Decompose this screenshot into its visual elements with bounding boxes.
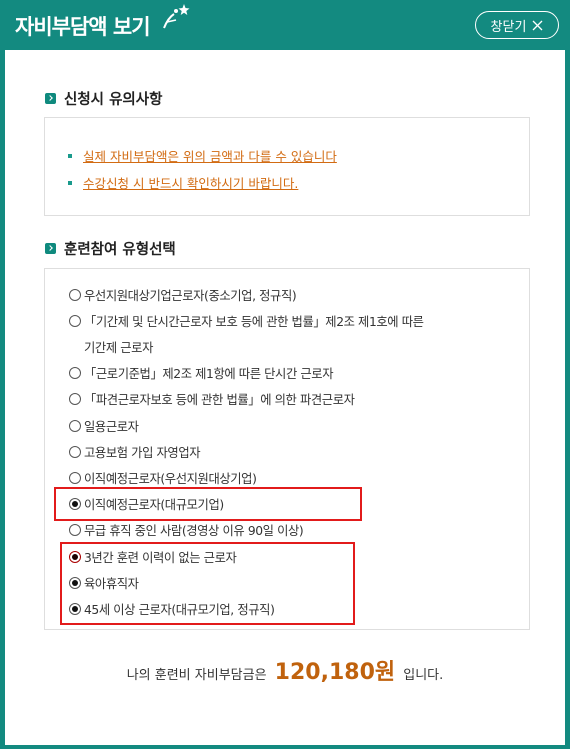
list-bullet-icon [68, 153, 72, 158]
types-section-title: 훈련참여 유형선택 [45, 238, 176, 259]
training-type-option[interactable]: 우선지원대상기업근로자(중소기업, 정규직) [69, 286, 297, 304]
notice-item-text: 실제 자비부담액은 위의 금액과 다를 수 있습니다 [83, 149, 337, 164]
radio-button[interactable] [69, 367, 81, 379]
popup-title: 자비부담액 보기 [15, 15, 151, 39]
radio-button[interactable] [69, 393, 81, 405]
option-label: 무급 휴직 중인 사람(경영상 이유 90일 이상) [84, 524, 304, 538]
radio-button[interactable] [69, 472, 81, 484]
summary-prefix: 나의 훈련비 자비부담금은 [126, 668, 267, 683]
training-type-option[interactable]: 「근로기준법」제2조 제1항에 따른 단시간 근로자 [69, 364, 334, 382]
popup-content: 신청시 유의사항 실제 자비부담액은 위의 금액과 다를 수 있습니다 수강신청… [5, 50, 565, 745]
training-type-option[interactable]: 무급 휴직 중인 사람(경영상 이유 90일 이상) [69, 521, 304, 539]
notice-heading: 신청시 유의사항 [64, 92, 163, 108]
training-type-option[interactable]: 고용보험 가입 자영업자 [69, 443, 201, 461]
section-bullet-icon [45, 93, 56, 104]
training-type-option[interactable]: 이직예정근로자(우선지원대상기업) [69, 469, 257, 487]
self-pay-summary: 나의 훈련비 자비부담금은 120,180원 입니다. [5, 654, 565, 686]
option-label: 「근로기준법」제2조 제1항에 따른 단시간 근로자 [84, 367, 334, 381]
notice-item: 실제 자비부담액은 위의 금액과 다를 수 있습니다 [68, 146, 337, 165]
notice-box: 실제 자비부담액은 위의 금액과 다를 수 있습니다 수강신청 시 반드시 확인… [44, 117, 530, 216]
option-label: 「파견근로자보호 등에 관한 법률」에 의한 파견근로자 [84, 393, 355, 407]
self-pay-amount: 120,180원 [274, 660, 396, 685]
section-bullet-icon [45, 243, 56, 254]
option-label: 우선지원대상기업근로자(중소기업, 정규직) [84, 289, 297, 303]
list-bullet-icon [68, 180, 72, 185]
option-label: 일용근로자 [84, 420, 139, 434]
highlight-box [60, 542, 355, 625]
close-window-button[interactable]: 창닫기 [475, 11, 559, 39]
training-type-option[interactable]: 「파견근로자보호 등에 관한 법률」에 의한 파견근로자 [69, 390, 355, 408]
close-icon [532, 20, 543, 30]
option-label: 「기간제 및 단시간근로자 보호 등에 관한 법률」제2조 제1호에 따른 [84, 315, 424, 329]
notice-section-title: 신청시 유의사항 [45, 88, 162, 109]
highlight-box [54, 487, 362, 521]
radio-button[interactable] [69, 446, 81, 458]
summary-suffix: 입니다. [403, 668, 444, 683]
close-button-label: 창닫기 [490, 19, 527, 35]
training-type-option[interactable]: 일용근로자 [69, 417, 139, 435]
popup-window: 자비부담액 보기 창닫기 신청시 유의사항 실제 자비부담액은 위의 금액과 다… [0, 0, 570, 749]
popup-header: 자비부담액 보기 창닫기 [0, 0, 570, 50]
option-label: 이직예정근로자(우선지원대상기업) [84, 472, 257, 486]
radio-button[interactable] [69, 524, 81, 536]
notice-item: 수강신청 시 반드시 확인하시기 바랍니다. [68, 173, 298, 192]
radio-button[interactable] [69, 315, 81, 327]
option-label: 고용보험 가입 자영업자 [84, 446, 201, 460]
types-heading: 훈련참여 유형선택 [64, 242, 176, 258]
radio-button[interactable] [69, 289, 81, 301]
training-type-option[interactable]: 「기간제 및 단시간근로자 보호 등에 관한 법률」제2조 제1호에 따른 [69, 312, 424, 330]
notice-item-text: 수강신청 시 반드시 확인하시기 바랍니다. [83, 176, 299, 191]
radio-button[interactable] [69, 420, 81, 432]
sparkle-figure-icon [163, 4, 190, 29]
option-label-continued: 기간제 근로자 [84, 341, 153, 355]
